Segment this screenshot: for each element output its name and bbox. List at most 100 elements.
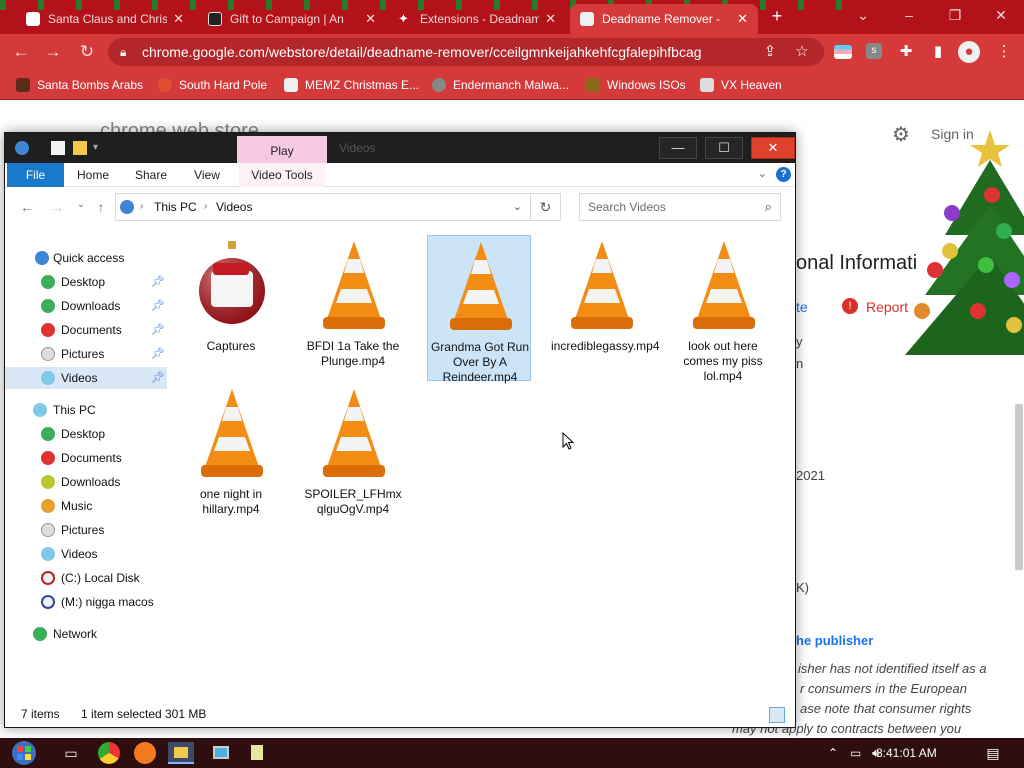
chrome-icon[interactable] (98, 742, 120, 764)
file-item-video[interactable]: look out here comes my piss lol.mp4 (671, 235, 775, 383)
nav-label: Pictures (61, 347, 105, 361)
explorer-app-icon[interactable] (15, 141, 29, 155)
address-breadcrumb[interactable]: › This PC › Videos ⌄ ↻ (115, 193, 561, 221)
nav-pc-downloads[interactable]: Downloads (5, 471, 167, 493)
file-item-video-selected[interactable]: Grandma Got Run Over By A Reindeer.mp4 (427, 235, 531, 384)
notepad-icon[interactable] (244, 742, 270, 764)
pin-icon: 📌︎ (151, 300, 165, 312)
bookmark-item[interactable]: Endermanch Malwa... (432, 76, 569, 94)
browser-tab-1[interactable]: Santa Claus and Christ ✕ (16, 4, 194, 34)
publisher-link[interactable]: he publisher (796, 633, 873, 648)
firefox-icon[interactable] (134, 742, 156, 764)
task-view-icon[interactable]: ▭ (58, 742, 84, 764)
qat-dropdown-icon[interactable]: ▾ (93, 141, 107, 155)
tab-share[interactable]: Share (131, 163, 171, 187)
side-panel-icon[interactable]: ▮ (928, 43, 948, 61)
nav-pc-music[interactable]: Music (5, 495, 167, 517)
share-icon[interactable]: ⇪ (760, 43, 780, 61)
back-arrow-icon[interactable]: ← (10, 42, 32, 62)
bookmark-item[interactable]: Santa Bombs Arabs (16, 76, 143, 94)
file-explorer-icon[interactable] (168, 742, 194, 764)
breadcrumb-this-pc[interactable]: This PC (154, 194, 197, 220)
bookmark-item[interactable]: South Hard Pole (158, 76, 267, 94)
back-icon[interactable]: ← (19, 199, 35, 215)
properties-icon[interactable] (51, 141, 65, 155)
extensions-puzzle-icon[interactable]: ✚ (896, 43, 916, 61)
start-button-icon[interactable] (6, 738, 42, 768)
maximize-button[interactable]: ☐ (705, 137, 743, 159)
windows-taskbar: ▭ ⌃ ▭ 🔊︎ 8:41:01 AM ▤ (0, 738, 1024, 768)
tab-search-icon[interactable]: ⌄ (840, 0, 886, 30)
monitor-icon[interactable] (208, 742, 234, 764)
explorer-title-bar[interactable]: ▾ Play Videos — ☐ ✕ (5, 133, 795, 163)
minimize-button[interactable]: — (659, 137, 697, 159)
nav-pc-videos[interactable]: Videos (5, 543, 167, 565)
nav-quick-access[interactable]: Quick access (5, 247, 167, 269)
close-window-icon[interactable]: ✕ (978, 0, 1024, 30)
bookmark-item[interactable]: MEMZ Christmas E... (284, 76, 419, 94)
nav-quick-documents[interactable]: Documents 📌︎ (5, 319, 167, 341)
minimize-icon[interactable]: – (886, 0, 932, 30)
play-context-tab-header[interactable]: Play (237, 136, 327, 163)
details-view-icon[interactable] (747, 707, 763, 723)
bookmark-item[interactable]: VX Heaven (700, 76, 782, 94)
profile-avatar-icon[interactable]: ● (958, 41, 980, 63)
nav-pc-pictures[interactable]: Pictures (5, 519, 167, 541)
new-folder-icon[interactable] (73, 141, 87, 155)
tab-close-icon[interactable]: ✕ (173, 11, 184, 27)
tab-home[interactable]: Home (73, 163, 113, 187)
s-extension-icon[interactable]: s (866, 43, 882, 59)
show-hidden-icons-icon[interactable]: ⌃ (828, 738, 838, 768)
forward-icon[interactable]: → (49, 199, 65, 215)
nav-pc-documents[interactable]: Documents (5, 447, 167, 469)
refresh-icon[interactable]: ↻ (530, 194, 560, 220)
nav-quick-desktop[interactable]: Desktop 📌︎ (5, 271, 167, 293)
nav-pc-desktop[interactable]: Desktop (5, 423, 167, 445)
large-icons-view-icon[interactable] (769, 707, 785, 723)
menu-kebab-icon[interactable]: ⋮ (994, 43, 1014, 61)
nav-network[interactable]: Network (5, 623, 167, 645)
address-bar[interactable]: 🔒︎ chrome.google.com/webstore/detail/dea… (108, 38, 824, 66)
forward-arrow-icon[interactable]: → (42, 42, 64, 62)
trans-flag-extension-icon[interactable] (834, 45, 852, 59)
nav-pc-m-drive[interactable]: (M:) nigga macos (5, 591, 167, 613)
file-item-video[interactable]: SPOILER_LFHmxqlguOgV.mp4 (301, 383, 405, 529)
close-button[interactable]: ✕ (751, 137, 795, 159)
file-item-captures[interactable]: Captures (179, 235, 283, 381)
tab-close-icon[interactable]: ✕ (737, 11, 748, 27)
report-icon[interactable]: ! (842, 298, 858, 314)
browser-tab-2[interactable]: Gift to Campaign | An ✕ (198, 4, 386, 34)
search-box[interactable]: Search Videos ⌕ (579, 193, 781, 221)
nav-quick-downloads[interactable]: Downloads 📌︎ (5, 295, 167, 317)
tab-view[interactable]: View (189, 163, 225, 187)
tab-close-icon[interactable]: ✕ (545, 11, 556, 27)
clock[interactable]: 8:41:01 AM (876, 738, 937, 768)
new-tab-button[interactable]: + (766, 6, 788, 27)
nav-pc-local-disk[interactable]: (C:) Local Disk (5, 567, 167, 589)
restore-icon[interactable]: ❐ (932, 0, 978, 30)
tab-close-icon[interactable]: ✕ (365, 11, 376, 27)
browser-tab-4-active[interactable]: Deadname Remover - ✕ (570, 4, 758, 34)
nav-this-pc[interactable]: This PC (5, 399, 167, 421)
nav-quick-videos[interactable]: Videos 📌︎ (5, 367, 167, 389)
recent-locations-icon[interactable]: ⌄ (73, 199, 89, 210)
tab-video-tools[interactable]: Video Tools (239, 163, 325, 187)
browser-tab-3[interactable]: ✦ Extensions - Deadnam ✕ (388, 4, 566, 34)
file-item-video[interactable]: BFDI 1a Take the Plunge.mp4 (301, 235, 405, 381)
nav-quick-pictures[interactable]: Pictures 📌︎ (5, 343, 167, 365)
breadcrumb-videos[interactable]: Videos (216, 194, 252, 220)
website-link[interactable]: te (796, 299, 808, 315)
up-icon[interactable]: ↑ (93, 199, 109, 215)
bookmark-star-icon[interactable]: ☆ (792, 43, 812, 61)
ribbon-expand-icon[interactable]: ⌄ (758, 167, 767, 180)
file-item-video[interactable]: one night in hillary.mp4 (179, 383, 283, 529)
action-center-icon[interactable]: ▤ (980, 742, 1006, 764)
help-icon[interactable]: ? (776, 167, 791, 182)
reload-icon[interactable]: ↻ (76, 42, 98, 62)
tab-file[interactable]: File (7, 163, 64, 187)
network-tray-icon[interactable]: ▭ (850, 738, 861, 768)
page-scrollbar[interactable] (1015, 404, 1023, 570)
bookmark-item[interactable]: Windows ISOs (586, 76, 686, 94)
address-dropdown-icon[interactable]: ⌄ (513, 194, 522, 220)
file-item-video[interactable]: incrediblegassy.mp4 (549, 235, 660, 381)
